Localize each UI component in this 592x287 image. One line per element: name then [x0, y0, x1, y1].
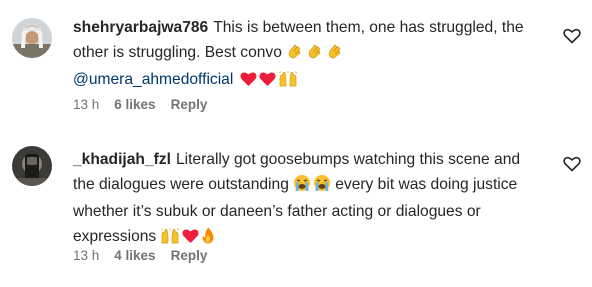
- comment-meta: 13 h 6 likes Reply: [73, 97, 207, 112]
- loudly-crying-face-icon: [313, 174, 331, 201]
- comment-time: 13 h: [73, 248, 100, 263]
- red-heart-icon: [240, 71, 257, 96]
- comment-username[interactable]: _khadijah_fzl: [73, 151, 171, 168]
- clapping-hands-icon: [286, 42, 304, 69]
- red-heart-icon: [259, 71, 276, 96]
- clapping-hands-icon: [306, 42, 324, 69]
- comment-meta: 13 h 4 likes Reply: [73, 248, 207, 263]
- comment-username[interactable]: shehryarbajwa786: [73, 19, 208, 36]
- comment-time: 13 h: [73, 97, 100, 112]
- reply-button[interactable]: Reply: [171, 97, 208, 112]
- like-heart-icon[interactable]: [563, 156, 585, 178]
- comment-body: shehryarbajwa786 This is between them, on…: [73, 16, 541, 96]
- comment-body: _khadijah_fzl Literally got goosebumps wa…: [73, 148, 541, 252]
- raising-hands-icon: [278, 71, 298, 96]
- avatar-shehryarbajwa786[interactable]: [12, 18, 52, 58]
- like-heart-icon[interactable]: [563, 28, 585, 50]
- mention-link[interactable]: @umera_ahmedofficial: [73, 71, 233, 88]
- likes-count[interactable]: 6 likes: [114, 97, 155, 112]
- likes-count[interactable]: 4 likes: [114, 248, 155, 263]
- avatar-_khadijah_fzl[interactable]: [12, 146, 52, 186]
- reply-button[interactable]: Reply: [171, 248, 208, 263]
- loudly-crying-face-icon: [293, 174, 311, 201]
- clapping-hands-icon: [326, 42, 344, 69]
